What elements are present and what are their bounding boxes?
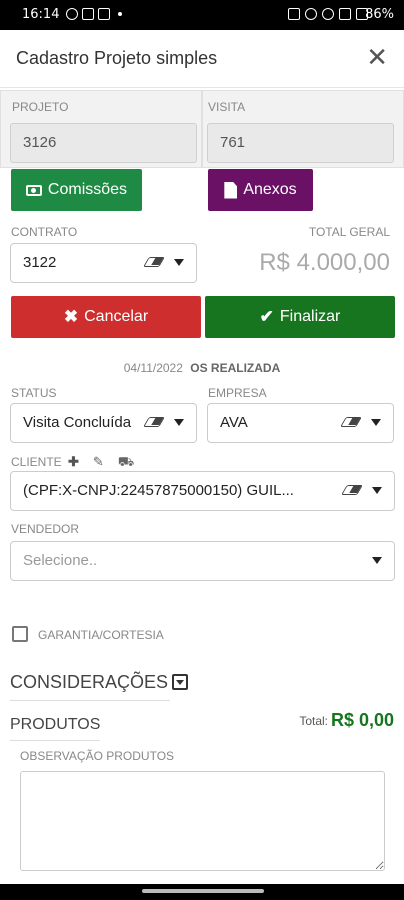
cancelar-button[interactable]: ✖ Cancelar (11, 296, 201, 338)
gallery-icon (82, 8, 94, 20)
produtos-total-label: Total: (299, 714, 328, 728)
vendedor-placeholder: Selecione.. (23, 552, 98, 569)
consideracoes-divider (10, 700, 170, 701)
status-bar: 16:14 86% (0, 0, 404, 30)
total-geral-value: R$ 4.000,00 (259, 249, 390, 276)
chevron-down-icon[interactable] (174, 259, 184, 266)
total-geral-label: TOTAL GERAL (308, 225, 390, 239)
produtos-total-value: R$ 0,00 (330, 710, 394, 730)
edit-icon[interactable]: ✎ (93, 454, 104, 472)
os-status: OS REALIZADA (190, 361, 281, 375)
eraser-icon[interactable] (143, 417, 165, 427)
visita-field: 761 (207, 123, 394, 163)
eraser-icon[interactable] (143, 257, 165, 267)
garantia-checkbox[interactable] (12, 626, 28, 642)
contrato-label: CONTRATO (11, 225, 78, 239)
status-value: Visita Concluída (23, 414, 132, 431)
cliente-select[interactable]: (CPF:X-CNPJ:22457875000150) GUIL... (10, 471, 395, 511)
visita-label: VISITA (208, 100, 246, 114)
notification-icons (66, 8, 122, 20)
navigation-bar (0, 884, 404, 900)
anexos-button[interactable]: Anexos (208, 169, 313, 211)
truck-icon[interactable]: ⛟ (118, 454, 134, 472)
cliente-value: (CPF:X-CNPJ:22457875000150) GUIL... (23, 482, 294, 499)
os-status-line: 04/11/2022 OS REALIZADA (0, 361, 404, 375)
empresa-label: EMPRESA (208, 386, 267, 400)
empresa-value: AVA (220, 414, 248, 431)
consideracoes-title: CONSIDERAÇÕES (10, 672, 169, 692)
contrato-select[interactable]: 3122 (10, 243, 197, 283)
plus-icon[interactable]: ✚ (68, 454, 79, 472)
eraser-icon[interactable] (341, 485, 363, 495)
anexos-label: Anexos (243, 181, 297, 198)
dialog-header: Cadastro Projeto simples ✕ (0, 30, 404, 88)
vendedor-select[interactable]: Selecione.. (10, 541, 395, 581)
comissoes-label: Comissões (47, 181, 128, 198)
mute-icon (322, 8, 334, 20)
x-icon: ✖ (63, 307, 79, 326)
chevron-down-icon[interactable] (372, 557, 382, 564)
chevron-down-icon[interactable] (372, 487, 382, 494)
cliente-label: CLIENTE (11, 455, 62, 469)
more-notifications-icon (118, 12, 122, 16)
wifi-icon (339, 8, 351, 20)
status-select[interactable]: Visita Concluída (10, 403, 197, 443)
status-time: 16:14 (22, 7, 60, 22)
alarm-icon (305, 8, 317, 20)
finalizar-button[interactable]: ✔ Finalizar (205, 296, 395, 338)
eraser-icon[interactable] (340, 417, 362, 427)
produtos-divider (10, 740, 100, 741)
empresa-select[interactable]: AVA (207, 403, 394, 443)
home-gesture-bar[interactable] (142, 889, 264, 893)
projeto-label: PROJETO (12, 100, 69, 114)
notification-icon (66, 8, 78, 20)
observacao-textarea[interactable] (20, 771, 385, 871)
weather-icon (98, 8, 110, 20)
battery-percent: 86% (365, 7, 394, 22)
os-date: 04/11/2022 (123, 361, 183, 375)
chevron-down-icon[interactable] (371, 419, 381, 426)
close-icon[interactable]: ✕ (366, 42, 388, 72)
money-icon (25, 184, 42, 196)
dialog-title: Cadastro Projeto simples (16, 48, 218, 68)
chevron-down-icon[interactable] (174, 419, 184, 426)
produtos-title: PRODUTOS (10, 716, 101, 733)
finalizar-label: Finalizar (279, 308, 341, 325)
vendedor-label: VENDEDOR (11, 522, 80, 536)
projeto-field: 3126 (10, 123, 197, 163)
vibrate-icon (288, 8, 300, 20)
check-icon: ✔ (259, 307, 274, 326)
cliente-actions: ✚ ✎ ⛟ (68, 454, 134, 472)
comissoes-button[interactable]: Comissões (11, 169, 142, 211)
cancelar-label: Cancelar (84, 308, 149, 325)
observacao-label: OBSERVAÇÃO PRODUTOS (20, 749, 175, 763)
status-label: STATUS (11, 386, 57, 400)
garantia-label: GARANTIA/CORTESIA (38, 628, 164, 642)
contrato-value: 3122 (23, 254, 57, 271)
system-icons (288, 8, 368, 20)
file-icon (224, 181, 238, 199)
caret-square-down-icon[interactable] (172, 674, 188, 690)
